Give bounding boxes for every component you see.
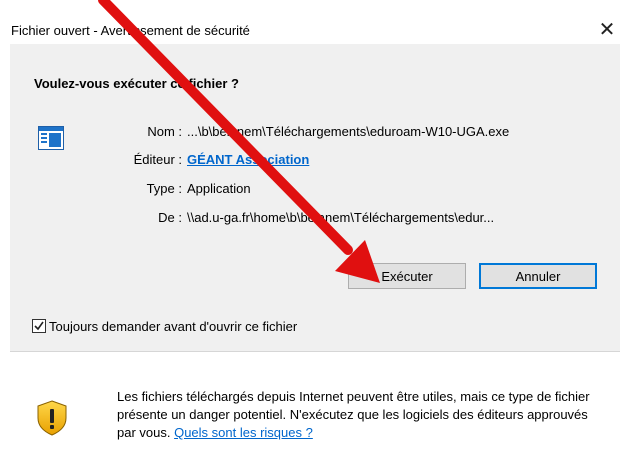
type-label: Type : <box>146 181 182 196</box>
warning-panel: Les fichiers téléchargés depuis Internet… <box>10 352 620 464</box>
from-value: \\ad.u-ga.fr\home\b\belanem\Téléchargeme… <box>187 210 495 225</box>
warning-text: Les fichiers téléchargés depuis Internet… <box>117 388 609 442</box>
from-label: De : <box>158 210 182 225</box>
name-value: ...\b\belanem\Téléchargements\eduroam-W1… <box>187 124 510 139</box>
cancel-button[interactable]: Annuler <box>479 263 597 289</box>
close-button[interactable]: ✕ <box>592 16 622 44</box>
risks-link[interactable]: Quels sont les risques ? <box>174 425 313 440</box>
title-bar: Fichier ouvert - Avertissement de sécuri… <box>0 0 622 44</box>
publisher-label: Éditeur : <box>133 152 182 167</box>
dialog-body: Voulez-vous exécuter ce fichier ? Nom : … <box>10 44 620 464</box>
application-icon <box>38 126 64 150</box>
type-value: Application <box>187 181 251 196</box>
window-title: Fichier ouvert - Avertissement de sécuri… <box>11 23 250 38</box>
always-ask-checkbox[interactable] <box>32 319 46 333</box>
publisher-link[interactable]: GÉANT Association <box>187 152 309 167</box>
run-button[interactable]: Exécuter <box>348 263 466 289</box>
always-ask-label: Toujours demander avant d'ouvrir ce fich… <box>49 319 298 334</box>
run-question: Voulez-vous exécuter ce fichier ? <box>34 76 239 91</box>
always-ask-row[interactable]: Toujours demander avant d'ouvrir ce fich… <box>32 319 297 334</box>
warning-shield-icon <box>36 400 68 436</box>
name-label: Nom : <box>147 124 182 139</box>
